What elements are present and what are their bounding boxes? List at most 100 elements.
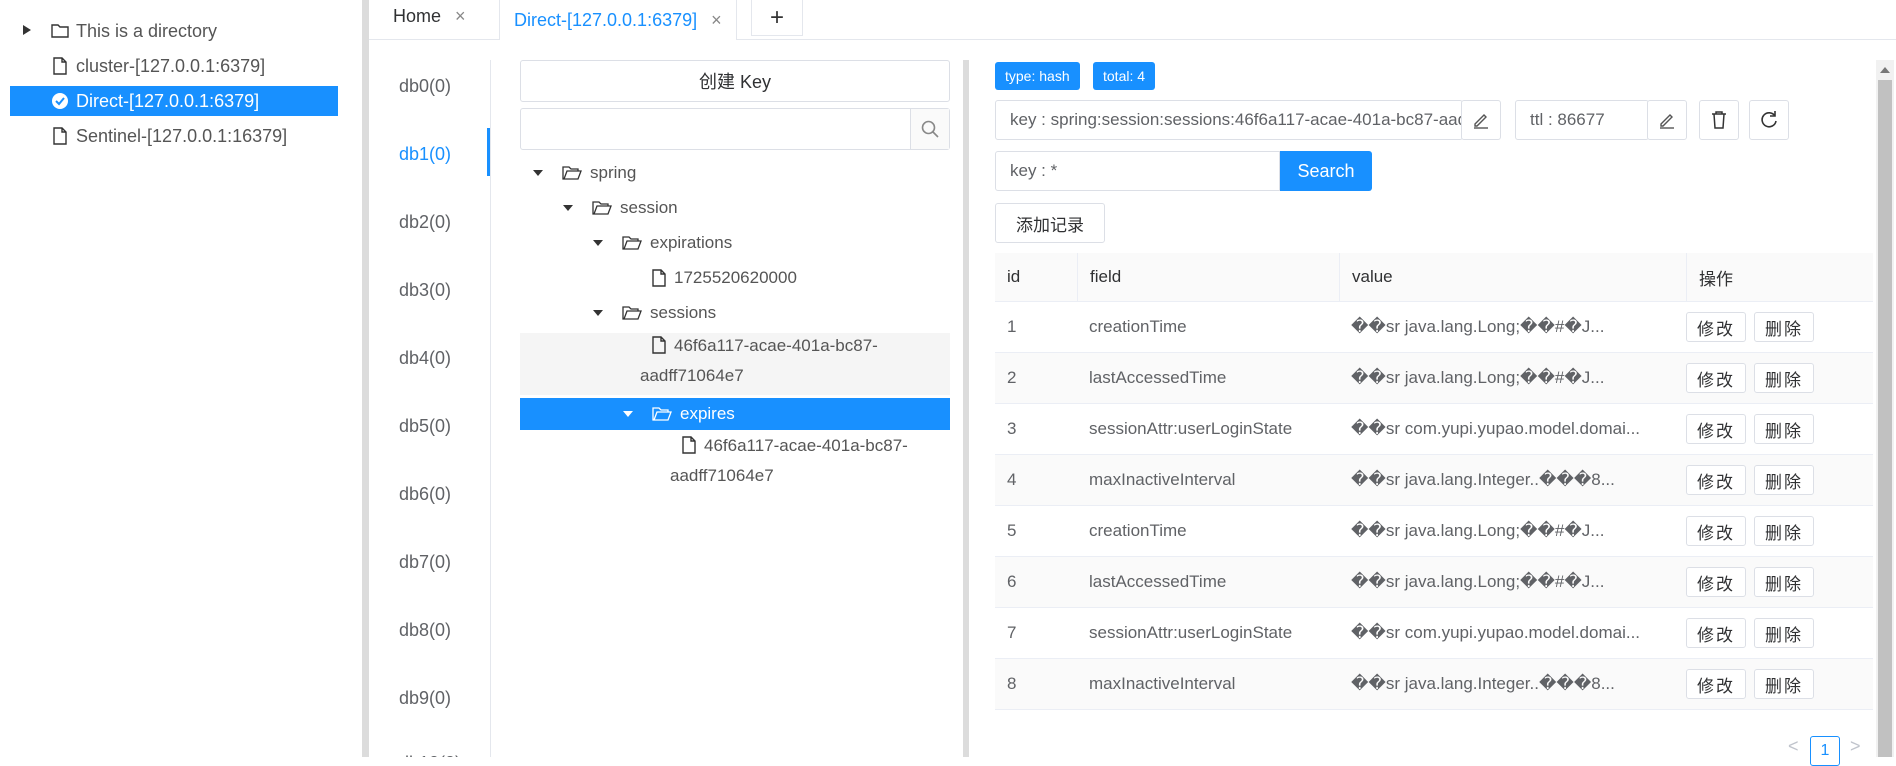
tree-row-selected[interactable]: [520, 398, 950, 430]
cell-field: maxInactiveInterval: [1089, 470, 1236, 489]
delete-icon[interactable]: [1699, 100, 1739, 140]
db-item[interactable]: db0(0): [399, 71, 490, 101]
cell-id: 3: [1007, 419, 1017, 438]
tab-label: Direct-[127.0.0.1:6379]: [514, 9, 698, 30]
tree-leaf-expires-id[interactable]: 46f6a117-acae-401a-bc87-aadff71064e7: [670, 431, 950, 491]
db-item[interactable]: db2(0): [399, 207, 490, 237]
db-item[interactable]: db7(0): [399, 547, 490, 577]
delete-row-button[interactable]: 删除: [1754, 312, 1814, 342]
folder-open-icon: [592, 200, 612, 216]
connection-item-direct[interactable]: Direct-[127.0.0.1:6379]: [10, 86, 338, 116]
edit-row-button[interactable]: 修改: [1686, 618, 1746, 648]
connection-item-sentinel[interactable]: Sentinel-[127.0.0.1:16379]: [10, 121, 338, 151]
connection-label: Direct-[127.0.0.1:6379]: [76, 90, 260, 111]
cell-value: ��sr com.yupi.yupao.model.domai...: [1351, 623, 1641, 642]
pager-prev-button[interactable]: <: [1788, 736, 1799, 757]
delete-row-button[interactable]: 删除: [1754, 618, 1814, 648]
key-name-field[interactable]: key : spring:session:sessions:46f6a117-a…: [995, 100, 1463, 140]
column-header-field: field: [1077, 253, 1339, 301]
folder-open-icon: [622, 305, 642, 321]
edit-row-button[interactable]: 修改: [1686, 567, 1746, 597]
db-item[interactable]: db8(0): [399, 615, 490, 645]
cell-field: lastAccessedTime: [1089, 572, 1227, 591]
search-icon[interactable]: [910, 109, 949, 149]
delete-row-button[interactable]: 删除: [1754, 465, 1814, 495]
db-item[interactable]: db4(0): [399, 343, 490, 373]
cell-field: sessionAttr:userLoginState: [1089, 419, 1293, 438]
db-item[interactable]: db10(0): [399, 748, 490, 758]
tree-leaf-session-id[interactable]: 46f6a117-acae-401a-bc87-aadff71064e7: [640, 331, 940, 391]
tab-direct[interactable]: Direct-[127.0.0.1:6379] ×: [499, 0, 737, 40]
close-icon[interactable]: ×: [711, 10, 722, 31]
pager-current-page[interactable]: 1: [1810, 736, 1840, 766]
check-circle-icon: [50, 91, 70, 111]
cell-id: 6: [1007, 572, 1017, 591]
panel-splitter[interactable]: [362, 0, 369, 757]
table-row: 8 maxInactiveInterval ��sr java.lang.Integ…: [995, 659, 1873, 710]
caret-down-icon[interactable]: [532, 169, 546, 177]
key-search-input[interactable]: [520, 108, 950, 150]
cell-field: creationTime: [1089, 521, 1187, 540]
cell-id: 7: [1007, 623, 1017, 642]
tree-node-expirations[interactable]: expirations: [592, 228, 732, 258]
caret-down-icon[interactable]: [562, 204, 576, 212]
pager-next-button[interactable]: >: [1850, 736, 1861, 757]
column-header-id: id: [1007, 267, 1021, 286]
edit-icon[interactable]: [1461, 100, 1501, 140]
cell-value: ��sr com.yupi.yupao.model.domai...: [1351, 419, 1641, 438]
db-item[interactable]: db5(0): [399, 411, 490, 441]
connection-item-cluster[interactable]: cluster-[127.0.0.1:6379]: [10, 51, 338, 81]
tree-node-session[interactable]: session: [562, 193, 678, 223]
edit-row-button[interactable]: 修改: [1686, 414, 1746, 444]
db-item[interactable]: db9(0): [399, 683, 490, 713]
delete-row-button[interactable]: 删除: [1754, 516, 1814, 546]
cell-field: lastAccessedTime: [1089, 368, 1227, 387]
tree-node-expires[interactable]: expires: [622, 399, 735, 429]
type-badge: type: hash: [995, 62, 1080, 90]
file-icon: [652, 269, 666, 287]
edit-row-button[interactable]: 修改: [1686, 465, 1746, 495]
folder-open-icon: [652, 406, 672, 422]
delete-row-button[interactable]: 删除: [1754, 567, 1814, 597]
tree-leaf-expirations[interactable]: 1725520620000: [652, 263, 797, 293]
db-item[interactable]: db3(0): [399, 275, 490, 305]
search-button[interactable]: Search: [1280, 151, 1372, 191]
tab-home[interactable]: Home ×: [379, 0, 480, 32]
caret-down-icon[interactable]: [622, 410, 636, 418]
edit-row-button[interactable]: 修改: [1686, 363, 1746, 393]
close-icon[interactable]: ×: [455, 6, 466, 27]
delete-row-button[interactable]: 删除: [1754, 414, 1814, 444]
table-row: 4 maxInactiveInterval ��sr java.lang.Integ…: [995, 455, 1873, 506]
edit-row-button[interactable]: 修改: [1686, 669, 1746, 699]
create-key-button[interactable]: 创建 Key: [520, 60, 950, 102]
db-item-active[interactable]: db1(0): [399, 139, 490, 169]
tree-node-spring[interactable]: spring: [532, 158, 636, 188]
cell-id: 5: [1007, 521, 1017, 540]
caret-down-icon[interactable]: [592, 309, 606, 317]
scrollbar-thumb[interactable]: [1878, 80, 1892, 757]
table-header: id field value 操作: [995, 253, 1873, 302]
scroll-up-arrow-icon[interactable]: [1878, 64, 1892, 76]
table-row: 2 lastAccessedTime ��sr java.lang.Long;��#…: [995, 353, 1873, 404]
cell-id: 8: [1007, 674, 1017, 693]
caret-down-icon[interactable]: [592, 239, 606, 247]
add-record-button[interactable]: 添加记录: [995, 203, 1105, 243]
ttl-field[interactable]: ttl : 86677: [1515, 100, 1649, 140]
edit-row-button[interactable]: 修改: [1686, 516, 1746, 546]
edit-icon[interactable]: [1647, 100, 1687, 140]
connection-item-directory[interactable]: This is a directory: [10, 16, 338, 46]
add-tab-button[interactable]: +: [751, 0, 803, 36]
panel-splitter[interactable]: [963, 60, 969, 757]
delete-row-button[interactable]: 删除: [1754, 669, 1814, 699]
file-icon: [50, 126, 70, 146]
tree-node-sessions[interactable]: sessions: [592, 298, 716, 328]
field-filter-input[interactable]: key : *: [995, 151, 1280, 191]
db-item[interactable]: db6(0): [399, 479, 490, 509]
delete-row-button[interactable]: 删除: [1754, 363, 1814, 393]
tree-node-label: spring: [590, 163, 637, 182]
total-badge: total: 4: [1093, 62, 1156, 90]
cell-value: ��sr java.lang.Integer..���8...: [1351, 674, 1615, 693]
active-db-indicator: [487, 128, 490, 176]
edit-row-button[interactable]: 修改: [1686, 312, 1746, 342]
refresh-icon[interactable]: [1749, 100, 1789, 140]
